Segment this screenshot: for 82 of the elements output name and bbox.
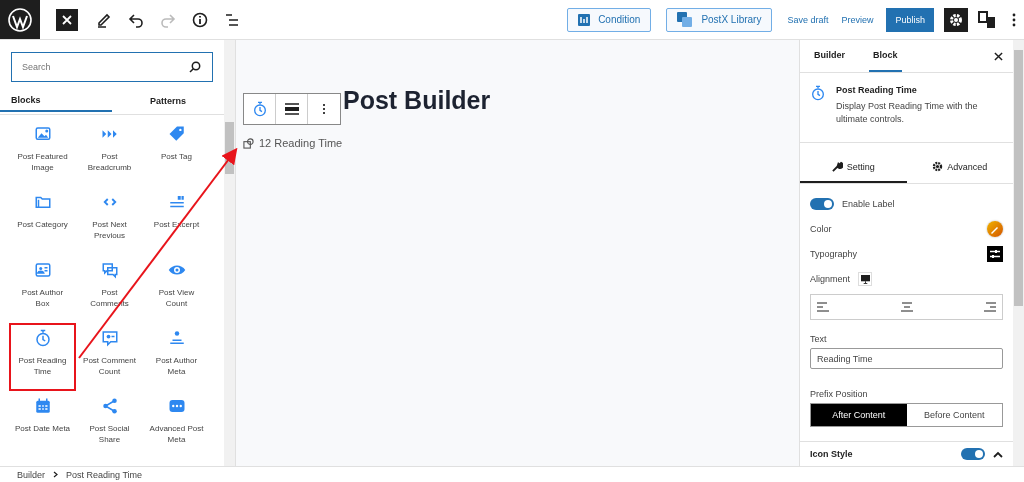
block-item[interactable]: Post Social Share [76, 391, 143, 459]
desktop-icon[interactable] [858, 272, 873, 287]
block-item[interactable]: Post Author Meta [143, 323, 210, 391]
block-icon [167, 125, 186, 143]
toggle-switch[interactable] [810, 198, 834, 211]
text-field[interactable]: Reading Time [810, 348, 1003, 370]
field-label: Typography [810, 249, 858, 260]
search-icon [189, 61, 201, 73]
toolbar-button[interactable]: Condition [567, 7, 652, 32]
scrollbar-thumb[interactable] [225, 122, 234, 174]
block-icon [33, 397, 52, 415]
settings-icon[interactable] [944, 7, 968, 32]
block-item[interactable]: Post Breadcrumb [76, 119, 143, 187]
breadcrumb-link[interactable]: Post Reading Time [66, 469, 143, 480]
block-icon [33, 329, 52, 347]
blocks-icon[interactable] [978, 10, 996, 29]
pencil-icon [990, 224, 1000, 235]
settings-tab[interactable]: Setting [800, 152, 907, 183]
more-icon[interactable] [1012, 12, 1016, 27]
block-item[interactable]: Post Date Meta [9, 391, 76, 459]
reading-time-text: 12 Reading Time [259, 137, 343, 149]
align-right-icon[interactable] [984, 301, 996, 312]
block-item[interactable]: Advanced Post Meta [143, 391, 210, 459]
field-label: Prefix Position [810, 389, 869, 400]
block-description: Display Post Reading Time with the ultimate controls. [836, 100, 979, 126]
breadcrumb-link[interactable]: Builder [17, 469, 45, 480]
align-center-icon[interactable] [900, 301, 913, 312]
close-icon[interactable] [56, 8, 78, 31]
field-label: Enable Label [842, 199, 895, 210]
block-icon [33, 261, 52, 279]
toolbar-button[interactable]: PostX Library [666, 7, 773, 32]
field-label: Color [810, 224, 832, 235]
block-item[interactable]: Post View Count [143, 255, 210, 323]
settings-tab[interactable]: Advanced [906, 152, 1013, 183]
wrench-icon [831, 161, 843, 173]
block-item[interactable]: Post Reading Time [9, 323, 76, 391]
block-item[interactable]: Post Tag [143, 119, 210, 187]
pencil-icon[interactable] [96, 11, 112, 28]
block-item[interactable]: Post Author Box [9, 255, 76, 323]
inserter-tab[interactable]: Patterns [112, 90, 224, 114]
color-picker-button[interactable] [987, 221, 1003, 238]
preview-link[interactable]: Preview [841, 14, 874, 25]
publish-button[interactable]: Publish [886, 7, 934, 32]
block-item[interactable]: Post Comment Count [76, 323, 143, 391]
segment-button[interactable]: After Content [811, 404, 907, 427]
list-view-icon[interactable] [224, 11, 240, 28]
undo-icon[interactable] [128, 11, 144, 28]
sidebar-tab[interactable]: Block [869, 40, 902, 72]
chevron-right-icon [53, 471, 58, 478]
scrollbar[interactable] [224, 40, 235, 466]
section-title: Icon Style [810, 449, 853, 460]
block-icon [167, 397, 186, 415]
typography-settings-icon[interactable] [987, 246, 1003, 263]
block-icon [100, 397, 119, 415]
reading-time-icon [243, 137, 254, 149]
block-item[interactable]: Post Category [9, 187, 76, 255]
block-icon [167, 329, 186, 347]
layers-icon [677, 11, 694, 28]
align-left-icon[interactable] [817, 301, 829, 312]
gear-icon [932, 161, 944, 173]
chart-icon [578, 13, 591, 26]
block-icon [33, 125, 52, 143]
scrollbar[interactable] [1013, 40, 1024, 466]
info-icon[interactable] [192, 11, 208, 28]
post-title[interactable]: Post Builder [343, 86, 491, 115]
save-draft-link[interactable]: Save draft [787, 14, 829, 25]
search-field[interactable]: Search [11, 52, 213, 82]
wordpress-logo-icon[interactable] [0, 0, 40, 39]
inserter-tab[interactable]: Blocks [0, 90, 112, 112]
scrollbar-thumb[interactable] [1014, 50, 1023, 306]
block-item[interactable]: Post Featured Image [9, 119, 76, 187]
chevron-up-icon[interactable] [993, 450, 1003, 458]
stopwatch-icon [810, 85, 826, 101]
block-item[interactable]: Post Next Previous [76, 187, 143, 255]
block-title: Post Reading Time [836, 85, 918, 95]
block-icon [100, 329, 119, 347]
close-icon[interactable] [994, 51, 1003, 61]
toggle-switch[interactable] [961, 448, 985, 461]
block-icon [100, 261, 119, 279]
field-label: Alignment [810, 274, 851, 285]
field-label: Text [810, 333, 828, 344]
sidebar-tab[interactable]: Builder [810, 40, 849, 72]
